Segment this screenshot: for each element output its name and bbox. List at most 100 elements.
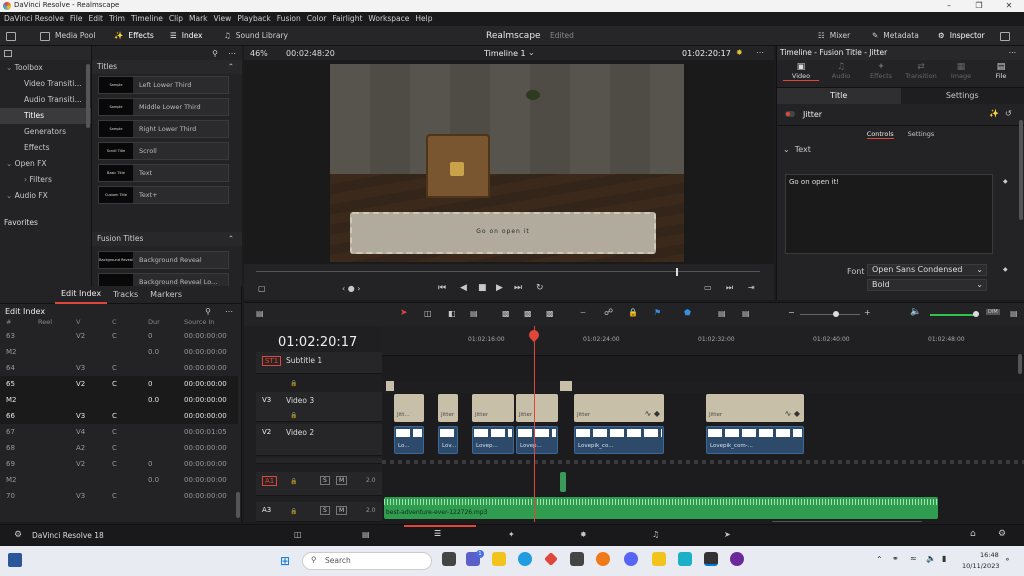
tab-settings[interactable]: Settings bbox=[901, 88, 1024, 104]
menu-fusion[interactable]: Fusion bbox=[277, 12, 301, 26]
dim-button[interactable]: DIM bbox=[986, 309, 1000, 315]
menu-help[interactable]: Help bbox=[415, 12, 432, 26]
media-page-icon[interactable]: ◫ bbox=[294, 530, 302, 539]
task-view-icon[interactable] bbox=[8, 553, 22, 567]
title-template[interactable]: Sample Right Lower Third bbox=[98, 120, 229, 138]
table-row[interactable]: 66 V3 C 00:00:00:00 bbox=[0, 408, 238, 424]
magic-icon[interactable]: ✨ bbox=[989, 109, 999, 118]
chevron-icon[interactable]: ⌄ bbox=[6, 63, 15, 72]
next-edit-icon[interactable]: ⏭ bbox=[726, 283, 733, 293]
menu-timeline[interactable]: Timeline bbox=[131, 12, 163, 26]
file-explorer-icon[interactable] bbox=[492, 552, 506, 566]
taskbar-app-1[interactable] bbox=[442, 552, 456, 566]
text-input[interactable]: Go on open it! bbox=[785, 174, 993, 254]
menu-fairlight[interactable]: Fairlight bbox=[332, 12, 362, 26]
snapping-icon[interactable]: ⌣ bbox=[580, 308, 586, 318]
track-header-a1[interactable]: A1 🔒 S M 2.0 bbox=[256, 472, 382, 496]
render-cache-icon[interactable]: ✸ bbox=[736, 48, 743, 57]
lock-icon[interactable]: 🔒 bbox=[628, 308, 638, 317]
index-button[interactable]: ☰ Index bbox=[170, 29, 202, 43]
deliver-page-icon[interactable]: ➤ bbox=[724, 530, 731, 539]
app-yellow-icon[interactable] bbox=[652, 552, 666, 566]
notifications-icon[interactable]: ⚬ bbox=[1004, 555, 1011, 564]
menu-color[interactable]: Color bbox=[307, 12, 327, 26]
tree-item[interactable]: Titles bbox=[0, 108, 91, 124]
lock-icon[interactable]: 🔒 bbox=[290, 380, 297, 387]
more-options-icon[interactable]: ⋯ bbox=[225, 307, 233, 316]
title-template[interactable]: Basic Title Text bbox=[98, 164, 229, 182]
solo-button[interactable]: S bbox=[320, 476, 330, 485]
tab-edit-index[interactable]: Edit Index bbox=[55, 286, 108, 304]
chevron-icon[interactable]: ⌄ bbox=[6, 159, 15, 168]
expand-icon[interactable] bbox=[1000, 29, 1010, 43]
timeline-view-icon[interactable]: ▤ bbox=[256, 309, 264, 318]
firefox-icon[interactable] bbox=[596, 552, 610, 566]
tab-controls[interactable]: Controls bbox=[866, 130, 894, 139]
track-header-v1[interactable] bbox=[256, 458, 382, 464]
inspector-tab-transition[interactable]: ⇄ Transition bbox=[903, 62, 939, 80]
timeline-scrollbar[interactable] bbox=[772, 521, 922, 522]
zoom-in-icon[interactable]: + bbox=[864, 308, 871, 317]
go-to-end-icon[interactable]: ⏭ bbox=[514, 283, 522, 293]
more-options-icon[interactable]: ⋯ bbox=[228, 49, 236, 58]
track-header-st1[interactable]: ST1 Subtitle 1 bbox=[256, 352, 382, 374]
lock-icon[interactable]: 🔒 bbox=[290, 508, 297, 515]
crop-icon[interactable]: ▢ bbox=[258, 284, 266, 293]
font-select[interactable]: Open Sans Condensed ⌄ bbox=[867, 264, 987, 276]
table-row[interactable]: 67 V4 C 00:00:01:05 bbox=[0, 424, 238, 440]
app-cyan-icon[interactable] bbox=[678, 552, 692, 566]
trim-tool-icon[interactable]: ◫ bbox=[424, 309, 432, 318]
overwrite-clip-icon[interactable]: ▩ bbox=[524, 309, 532, 318]
microphone-icon[interactable]: ⚭ bbox=[892, 554, 899, 563]
wifi-icon[interactable]: ≈ bbox=[910, 554, 917, 563]
fusion-title-template[interactable]: Background Reveal Background Reveal bbox=[98, 251, 229, 269]
table-row[interactable]: M2 0.0 00:00:00:00 bbox=[0, 392, 238, 408]
keyframe-icon[interactable]: ◆ bbox=[1003, 266, 1008, 273]
title-template[interactable]: Scroll Title Scroll bbox=[98, 142, 229, 160]
settings-gear-icon[interactable]: ⚙ bbox=[998, 529, 1006, 539]
menu-playback[interactable]: Playback bbox=[237, 12, 270, 26]
video-clip[interactable]: Lovepik_com-... bbox=[706, 426, 804, 454]
timeline-expand-icon[interactable]: ▤ bbox=[1010, 309, 1018, 318]
resolve-taskbar-icon[interactable] bbox=[704, 552, 718, 566]
tray-chevron-icon[interactable]: ⌃ bbox=[876, 555, 883, 564]
metadata-button[interactable]: ✎ Metadata bbox=[872, 29, 919, 43]
panel-toggle-icon[interactable] bbox=[6, 29, 16, 43]
go-to-start-icon[interactable]: ⏮ bbox=[438, 283, 446, 293]
chevron-down-icon[interactable]: ⌄ bbox=[528, 48, 535, 57]
playhead-line[interactable] bbox=[534, 326, 535, 522]
chevron-icon[interactable]: ⌄ bbox=[6, 191, 15, 200]
video-clip[interactable]: Lovepik_co... bbox=[574, 426, 664, 454]
table-row[interactable]: 65 V2 C 0 00:00:00:00 bbox=[0, 376, 238, 392]
table-row[interactable]: M2 0.0 00:00:00:00 bbox=[0, 344, 238, 360]
blade-tool-icon[interactable]: ▤ bbox=[470, 309, 478, 318]
lock-icon[interactable]: 🔒 bbox=[290, 412, 297, 419]
play-icon[interactable]: ▶ bbox=[496, 283, 503, 293]
title-clip[interactable]: Jitter bbox=[438, 394, 458, 422]
menu-trim[interactable]: Trim bbox=[109, 12, 125, 26]
home-icon[interactable]: ⌂ bbox=[970, 529, 976, 539]
menu-file[interactable]: File bbox=[70, 12, 83, 26]
maximize-icon[interactable]: ❐ bbox=[964, 0, 994, 12]
clock-time[interactable]: 16:48 bbox=[980, 551, 999, 559]
loop-icon[interactable]: ↻ bbox=[536, 283, 544, 293]
reset-icon[interactable]: ↺ bbox=[1005, 109, 1012, 118]
track-header-v2[interactable]: V2 Video 2 🔒 bbox=[256, 412, 382, 456]
dynamic-trim-icon[interactable]: ◧ bbox=[448, 309, 456, 318]
media-player-icon[interactable] bbox=[730, 552, 744, 566]
zoom-full-icon[interactable]: ▤ bbox=[718, 309, 726, 318]
stop-icon[interactable]: ■ bbox=[478, 283, 487, 293]
track-header-a3[interactable]: A3 🔒 S M 2.0 bbox=[256, 502, 382, 522]
search-icon[interactable]: ⚲ bbox=[212, 49, 218, 58]
discord-icon[interactable] bbox=[624, 552, 638, 566]
inspector-tab-audio[interactable]: ♫ Audio bbox=[823, 62, 859, 80]
vertical-scrollbar[interactable] bbox=[1018, 354, 1022, 374]
text-section-header[interactable]: ⌄ Text bbox=[777, 142, 1024, 156]
close-icon[interactable]: ✕ bbox=[994, 0, 1024, 12]
volume-slider[interactable] bbox=[930, 314, 976, 316]
volume-icon[interactable]: 🔈 bbox=[926, 554, 936, 563]
zoom-level[interactable]: 46% bbox=[250, 49, 268, 58]
fusion-page-icon[interactable]: ✦ bbox=[508, 530, 515, 539]
audio-clip[interactable]: best-adventure-ever-122726.mp3 bbox=[384, 497, 938, 519]
title-template[interactable]: Custom Title Text+ bbox=[98, 186, 229, 204]
